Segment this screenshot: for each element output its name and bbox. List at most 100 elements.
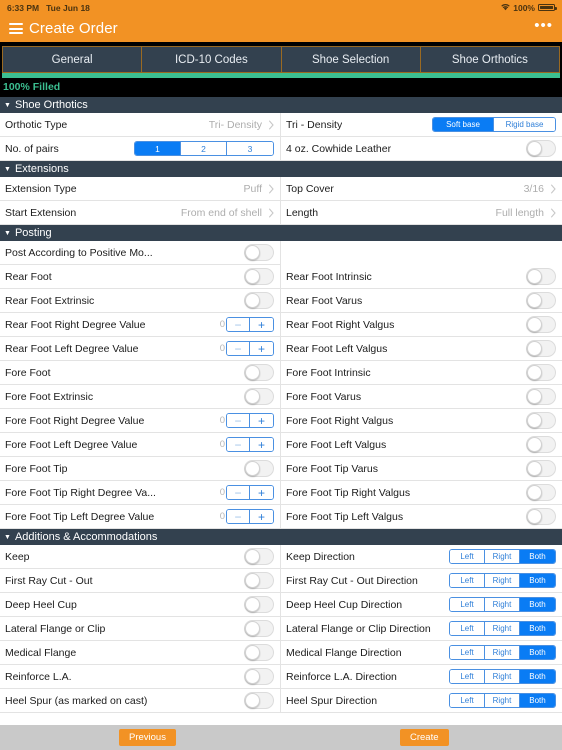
toggle-knob <box>245 669 260 684</box>
toggle-4-oz-cowhide-leather[interactable] <box>526 140 556 157</box>
toggle-fore-foot[interactable] <box>244 364 274 381</box>
toggle-rear-foot-varus[interactable] <box>526 292 556 309</box>
section-header-extensions[interactable]: ▼ Extensions <box>0 161 562 177</box>
stepper-increment-button[interactable]: + <box>250 438 273 451</box>
stepper-value: 0 <box>219 319 225 330</box>
toggle-first-ray-cut-out[interactable] <box>244 572 274 589</box>
segment-option-right[interactable]: Right <box>485 574 520 587</box>
segment-option-left[interactable]: Left <box>450 550 485 563</box>
field-label: Fore Foot <box>5 366 51 379</box>
segment-option-right[interactable]: Right <box>485 646 520 659</box>
toggle-fore-foot-varus[interactable] <box>526 388 556 405</box>
tab-icd-10-codes[interactable]: ICD-10 Codes <box>142 47 282 72</box>
segment-option-both[interactable]: Both <box>520 574 555 587</box>
toggle-rear-foot[interactable] <box>244 268 274 285</box>
form-scroll-area[interactable]: ▼ Shoe Orthotics Orthotic Type Tri- Density… <box>0 97 562 725</box>
stepper-increment-button[interactable]: + <box>250 318 273 331</box>
section-header-shoe-orthotics[interactable]: ▼ Shoe Orthotics <box>0 97 562 113</box>
segment-option-both[interactable]: Both <box>520 646 555 659</box>
field-label: Rear Foot Intrinsic <box>286 270 372 283</box>
toggle-keep[interactable] <box>244 548 274 565</box>
toggle-deep-heel-cup[interactable] <box>244 596 274 613</box>
segment-option-both[interactable]: Both <box>520 622 555 635</box>
toggle-knob <box>527 485 542 500</box>
toggle-fore-foot-tip-left-valgus[interactable] <box>526 508 556 525</box>
toggle-rear-foot-extrinsic[interactable] <box>244 292 274 309</box>
toggle-fore-foot-intrinsic[interactable] <box>526 364 556 381</box>
field-extension-type[interactable]: Extension Type Puff <box>0 177 281 201</box>
segment-option-both[interactable]: Both <box>520 694 555 707</box>
segment-option-right[interactable]: Right <box>485 622 520 635</box>
toggle-fore-foot-tip[interactable] <box>244 460 274 477</box>
toggle-knob <box>245 461 260 476</box>
segment-option-both[interactable]: Both <box>520 670 555 683</box>
segment-option-3[interactable]: 3 <box>227 142 273 155</box>
create-button[interactable]: Create <box>400 729 449 746</box>
segment-option-2[interactable]: 2 <box>181 142 227 155</box>
segment-option-right[interactable]: Right <box>485 694 520 707</box>
stepper-fore-foot-right-degree-value: 0− + <box>220 413 274 428</box>
segment-option-1[interactable]: 1 <box>135 142 181 155</box>
toggle-medical-flange[interactable] <box>244 644 274 661</box>
toggle-rear-foot-right-valgus[interactable] <box>526 316 556 333</box>
hamburger-menu-icon[interactable] <box>9 23 23 34</box>
toggle-fore-foot-right-valgus[interactable] <box>526 412 556 429</box>
field-orthotic-type[interactable]: Orthotic Type Tri- Density <box>0 113 281 137</box>
toggle-knob <box>245 597 260 612</box>
stepper-increment-button[interactable]: + <box>250 510 273 523</box>
toggle-knob <box>245 365 260 380</box>
segment-option-rigid-base[interactable]: Rigid base <box>494 118 555 131</box>
field-label: Lateral Flange or Clip Direction <box>286 622 431 635</box>
field-label: First Ray Cut - Out Direction <box>286 574 418 587</box>
toggle-fore-foot-tip-varus[interactable] <box>526 460 556 477</box>
segment-option-left[interactable]: Left <box>450 598 485 611</box>
section-header-posting[interactable]: ▼ Posting <box>0 225 562 241</box>
field-label: Deep Heel Cup <box>5 598 77 611</box>
segment-option-left[interactable]: Left <box>450 574 485 587</box>
segment-option-left[interactable]: Left <box>450 622 485 635</box>
field-start-extension[interactable]: Start Extension From end of shell <box>0 201 281 225</box>
section-header-additions-accommodations[interactable]: ▼ Additions & Accommodations <box>0 529 562 545</box>
segment-option-right[interactable]: Right <box>485 598 520 611</box>
tab-shoe-selection[interactable]: Shoe Selection <box>281 47 421 72</box>
toggle-fore-foot-left-valgus[interactable] <box>526 436 556 453</box>
field-length[interactable]: Length Full length <box>281 201 562 225</box>
toggle-knob <box>527 461 542 476</box>
stepper-decrement-button[interactable]: − <box>227 438 250 451</box>
segment-option-both[interactable]: Both <box>520 550 555 563</box>
toggle-post-according-to-positive-mo[interactable] <box>244 244 274 261</box>
more-options-icon[interactable]: ••• <box>534 18 553 35</box>
tab-general[interactable]: General <box>3 47 143 72</box>
toggle-fore-foot-tip-right-valgus[interactable] <box>526 484 556 501</box>
segment-option-left[interactable]: Left <box>450 670 485 683</box>
segment-option-left[interactable]: Left <box>450 694 485 707</box>
segment-option-soft-base[interactable]: Soft base <box>433 118 494 131</box>
stepper-increment-button[interactable]: + <box>250 342 273 355</box>
previous-button[interactable]: Previous <box>119 729 176 746</box>
toggle-lateral-flange-or-clip[interactable] <box>244 620 274 637</box>
toggle-knob <box>245 573 260 588</box>
field-label: Rear Foot Right Valgus <box>286 318 395 331</box>
toggle-rear-foot-intrinsic[interactable] <box>526 268 556 285</box>
stepper-increment-button[interactable]: + <box>250 414 273 427</box>
stepper-decrement-button[interactable]: − <box>227 510 250 523</box>
segment-option-left[interactable]: Left <box>450 646 485 659</box>
segment-option-right[interactable]: Right <box>485 550 520 563</box>
toggle-heel-spur-as-marked-on-cast[interactable] <box>244 692 274 709</box>
segment-option-right[interactable]: Right <box>485 670 520 683</box>
stepper-decrement-button[interactable]: − <box>227 486 250 499</box>
segment-option-both[interactable]: Both <box>520 598 555 611</box>
field-label: Fore Foot Tip <box>5 462 68 475</box>
field-reinforce-l-a: Reinforce L.A. <box>0 665 281 689</box>
toggle-reinforce-l-a[interactable] <box>244 668 274 685</box>
stepper-fore-foot-tip-right-degree-va: 0− + <box>220 485 274 500</box>
stepper-decrement-button[interactable]: − <box>227 342 250 355</box>
toggle-rear-foot-left-valgus[interactable] <box>526 340 556 357</box>
field-label: Lateral Flange or Clip <box>5 622 106 635</box>
stepper-increment-button[interactable]: + <box>250 486 273 499</box>
toggle-fore-foot-extrinsic[interactable] <box>244 388 274 405</box>
tab-shoe-orthotics[interactable]: Shoe Orthotics <box>420 47 559 72</box>
field-top-cover[interactable]: Top Cover 3/16 <box>281 177 562 201</box>
stepper-decrement-button[interactable]: − <box>227 318 250 331</box>
stepper-decrement-button[interactable]: − <box>227 414 250 427</box>
